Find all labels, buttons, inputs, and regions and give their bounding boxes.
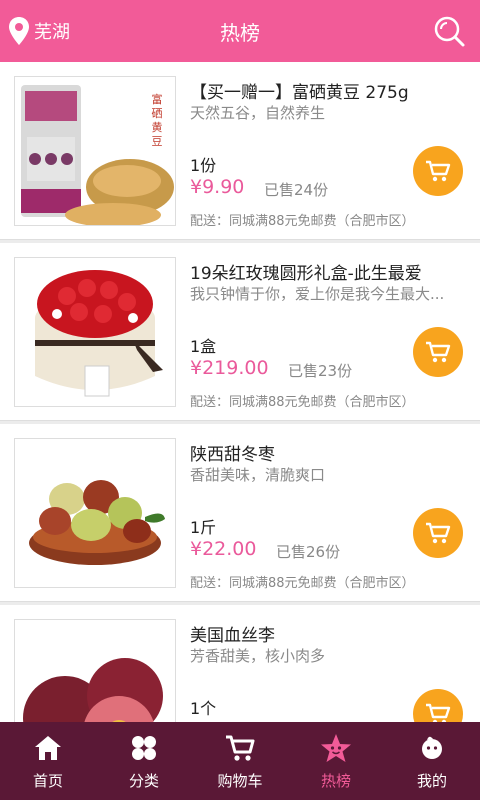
product-image-jujube[interactable] <box>14 438 176 588</box>
product-description: 芳香甜美，核小肉多 <box>190 647 326 665</box>
product-price: ¥9.90 <box>190 176 245 198</box>
shipping-info: 配送：同城满88元免邮费（合肥市区） <box>190 214 415 229</box>
tab-profile[interactable]: 我的 <box>384 722 480 800</box>
add-to-cart-button[interactable] <box>413 508 463 558</box>
cart-icon <box>426 522 451 544</box>
plum-image <box>15 620 175 722</box>
star-icon <box>321 734 351 762</box>
app-header: 芜湖 热榜 <box>0 0 480 62</box>
sold-count: 已售26份 <box>276 543 341 561</box>
soybean-bag-image: 富 硒 黄 豆 <box>15 77 175 225</box>
product-price: ¥219.00 <box>190 357 269 379</box>
profile-icon <box>422 736 442 759</box>
svg-text:富: 富 <box>152 92 163 106</box>
product-card[interactable]: 富 硒 黄 豆 【买一赠一】富硒黄豆 275g 天然五谷，自然养生 1份 ¥9.… <box>0 62 480 240</box>
tab-cart[interactable]: 购物车 <box>192 722 288 800</box>
cart-icon <box>426 341 451 363</box>
tab-category[interactable]: 分类 <box>96 722 192 800</box>
shipping-info: 配送：同城满88元免邮费（合肥市区） <box>190 576 415 591</box>
product-unit: 1个 <box>190 699 217 718</box>
jujube-image <box>15 439 175 587</box>
bottom-tab-bar: 首页 分类 购物车 热榜 我的 <box>0 722 480 800</box>
tab-home[interactable]: 首页 <box>0 722 96 800</box>
tab-label: 我的 <box>416 772 447 790</box>
product-name[interactable]: 美国血丝李 <box>190 621 470 646</box>
product-list[interactable]: 富 硒 黄 豆 【买一赠一】富硒黄豆 275g 天然五谷，自然养生 1份 ¥9.… <box>0 62 480 722</box>
product-name[interactable]: 陕西甜冬枣 <box>190 440 470 465</box>
cart-icon <box>426 160 451 182</box>
svg-text:豆: 豆 <box>152 135 163 148</box>
sold-count: 已售24份 <box>264 181 329 199</box>
home-icon <box>35 736 61 760</box>
product-image-roses[interactable] <box>14 257 176 407</box>
tab-label: 购物车 <box>217 772 263 790</box>
add-to-cart-button[interactable] <box>413 327 463 377</box>
sold-count: 已售23份 <box>288 362 353 380</box>
product-description: 香甜美味，清脆爽口 <box>190 466 326 484</box>
category-icon <box>132 736 156 760</box>
product-card[interactable]: 美国血丝李 芳香甜美，核小肉多 1个 <box>0 605 480 722</box>
tab-label: 分类 <box>128 772 159 790</box>
product-unit: 1盒 <box>190 337 217 356</box>
product-image-plum[interactable] <box>14 619 176 722</box>
product-card[interactable]: 陕西甜冬枣 香甜美味，清脆爽口 1斤 ¥22.00 已售26份 配送：同城满88… <box>0 424 480 602</box>
svg-text:硒: 硒 <box>152 107 163 120</box>
product-unit: 1斤 <box>190 518 217 537</box>
cart-icon <box>426 703 451 722</box>
page-title: 热榜 <box>220 21 260 45</box>
product-price: ¥22.00 <box>190 538 257 560</box>
shipping-info: 配送：同城满88元免邮费（合肥市区） <box>190 395 415 410</box>
product-description: 我只钟情于你，爱上你是我今生最大... <box>190 285 445 303</box>
tab-hot-list[interactable]: 热榜 <box>288 722 384 800</box>
cart-icon <box>226 735 255 761</box>
product-name[interactable]: 19朵红玫瑰圆形礼盒-此生最爱 <box>190 259 470 284</box>
tab-label: 首页 <box>32 772 63 790</box>
product-image-soybeans[interactable]: 富 硒 黄 豆 <box>14 76 176 226</box>
product-name[interactable]: 【买一赠一】富硒黄豆 275g <box>190 78 470 103</box>
product-unit: 1份 <box>190 156 217 175</box>
add-to-cart-button[interactable] <box>413 689 463 722</box>
rose-box-image <box>15 258 175 406</box>
product-card[interactable]: 19朵红玫瑰圆形礼盒-此生最爱 我只钟情于你，爱上你是我今生最大... 1盒 ¥… <box>0 243 480 421</box>
add-to-cart-button[interactable] <box>413 146 463 196</box>
search-icon[interactable] <box>432 14 466 48</box>
svg-text:黄: 黄 <box>152 120 163 134</box>
tab-label: 热榜 <box>320 772 351 790</box>
product-description: 天然五谷，自然养生 <box>190 104 326 122</box>
